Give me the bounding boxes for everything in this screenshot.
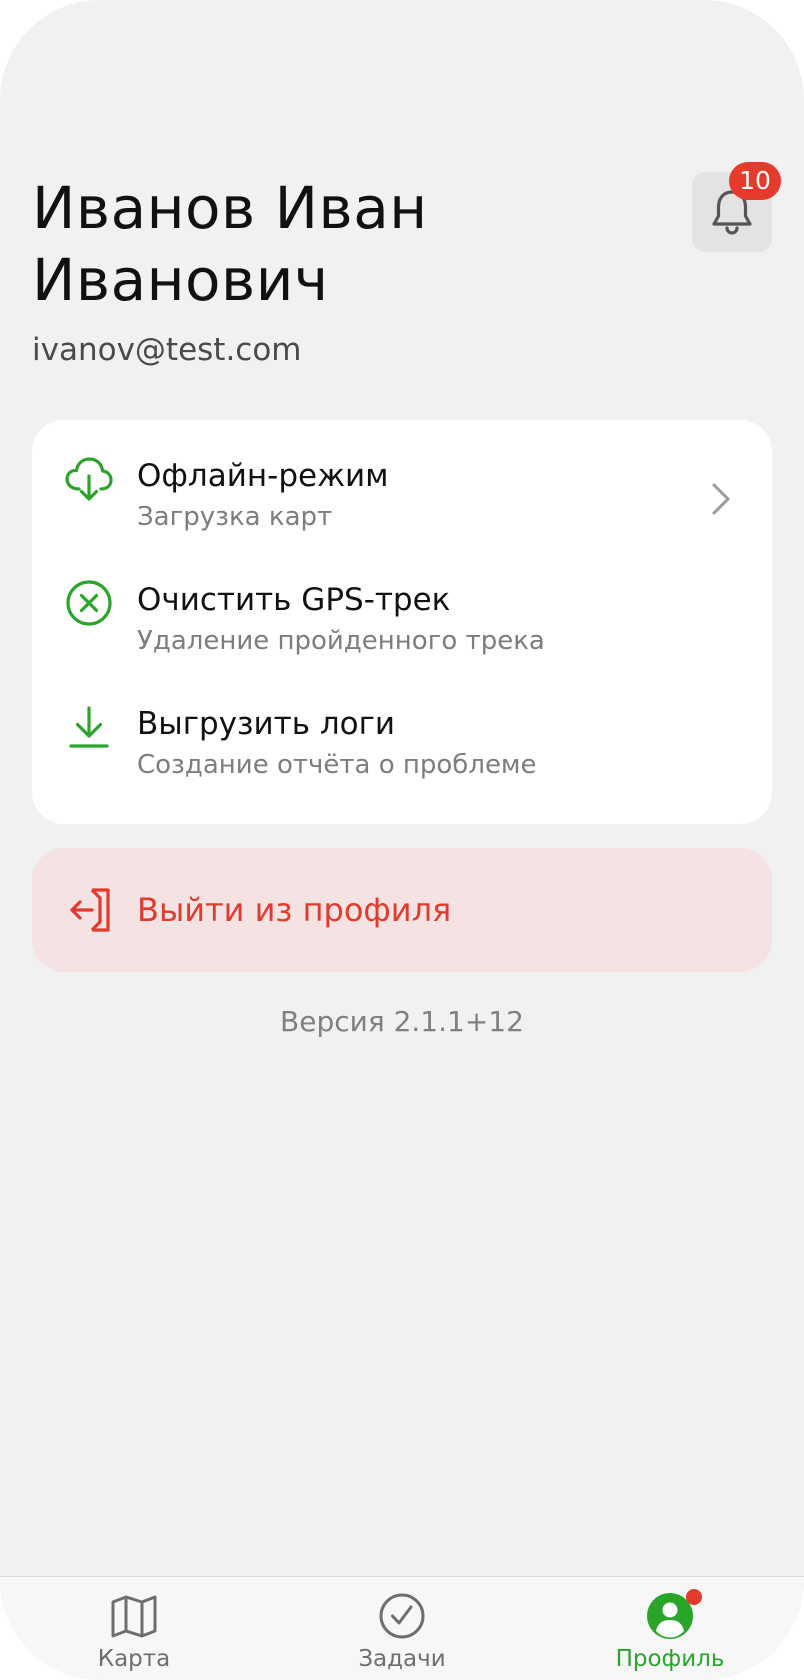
logout-button[interactable]: Выйти из профиля	[32, 848, 772, 972]
user-name-line1: Иванов Иван	[32, 174, 428, 242]
clear-circle-icon	[66, 580, 112, 626]
bottom-tab-bar: Карта Задачи Профиль	[0, 1576, 804, 1680]
tab-profile[interactable]: Профиль	[570, 1577, 770, 1680]
menu-item-export-logs[interactable]: Выгрузить логи Создание отчёта о проблем…	[32, 668, 772, 792]
profile-screen: Иванов Иван Иванович ivanov@test.com 10 …	[0, 0, 804, 1680]
notification-dot	[686, 1589, 702, 1605]
menu-item-offline-mode[interactable]: Офлайн-режим Загрузка карт	[32, 420, 772, 544]
menu-item-title: Офлайн-режим	[137, 458, 389, 494]
tab-label: Задачи	[358, 1646, 446, 1672]
menu-item-clear-gps-track[interactable]: Очистить GPS-трек Удаление пройденного т…	[32, 544, 772, 668]
notification-count-badge: 10	[729, 162, 781, 200]
tab-map[interactable]: Карта	[34, 1577, 234, 1680]
menu-item-title: Очистить GPS-трек	[137, 582, 451, 618]
user-name-line2: Иванович	[32, 246, 329, 314]
chevron-right-icon	[712, 483, 730, 515]
tab-label: Карта	[97, 1646, 171, 1672]
menu-item-subtitle: Создание отчёта о проблеме	[137, 750, 537, 780]
settings-card: Офлайн-режим Загрузка карт Очистить GPS-…	[32, 420, 772, 824]
menu-item-subtitle: Удаление пройденного трека	[137, 626, 545, 656]
cloud-download-icon	[65, 457, 113, 501]
check-circle-icon	[379, 1593, 425, 1639]
menu-item-title: Выгрузить логи	[137, 706, 396, 742]
tab-label: Профиль	[615, 1646, 725, 1672]
user-email: ivanov@test.com	[32, 332, 302, 368]
page-title: Иванов Иван Иванович	[32, 172, 632, 316]
download-icon	[69, 706, 109, 748]
logout-icon	[70, 888, 110, 932]
logout-label: Выйти из профиля	[137, 891, 452, 929]
app-version: Версия 2.1.1+12	[280, 1005, 524, 1038]
map-icon	[111, 1595, 157, 1638]
menu-item-subtitle: Загрузка карт	[137, 502, 333, 532]
tab-tasks[interactable]: Задачи	[302, 1577, 502, 1680]
